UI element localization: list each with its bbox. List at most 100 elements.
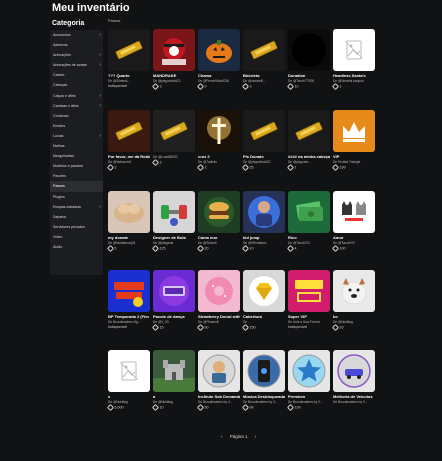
item-creator[interactable]: De Broodmasters Bg... [108,320,150,324]
sidebar-item[interactable]: Adesivos [50,40,103,50]
inventory-item-card[interactable]: Designer de Bola De @pistgeria 125 [151,191,195,253]
prev-page-button[interactable]: ‹ [221,434,223,439]
item-thumbnail[interactable] [333,110,375,152]
sidebar-item[interactable]: Mergulhadas [50,151,103,161]
item-creator[interactable]: De ... [243,320,285,324]
item-name[interactable]: a [153,394,195,399]
inventory-item-card[interactable]: Cabertura De ... 150 [241,270,285,332]
item-creator[interactable]: De @Nukiltag [108,400,150,404]
sidebar-item[interactable]: Pacotes [50,171,103,181]
item-creator[interactable]: De @pisgueto... [288,160,330,164]
sidebar-item[interactable]: Modelos e pacotes [50,161,103,171]
inventory-item-card[interactable]: s De @Nukiltag 5,000 [106,350,150,412]
item-thumbnail[interactable] [243,270,285,312]
item-creator[interactable]: De @Nukiltag [333,320,375,324]
item-thumbnail[interactable] [153,191,195,233]
item-creator[interactable]: De @V_93 [153,320,195,324]
inventory-item-card[interactable]: cruz 2 De @7adixilu 2 [196,110,240,172]
item-thumbnail[interactable] [198,29,240,71]
inventory-item-card[interactable]: Cama mor De @Silvanit 20 [196,191,240,253]
sidebar-item[interactable]: Passes [50,181,103,192]
inventory-item-card[interactable]: De @LudoB8090 3 [151,110,195,167]
item-creator[interactable]: De @0Reidstam [243,241,285,245]
item-name[interactable]: VIP [333,154,375,159]
item-thumbnail[interactable] [108,350,150,392]
item-thumbnail[interactable] [333,191,375,233]
item-name[interactable]: Chama [198,73,240,78]
item-thumbnail[interactable] [288,270,330,312]
sidebar-item[interactable]: Animações de avatar › [50,60,103,70]
inventory-item-card[interactable]: VIP De Textbot Triangle 199 [331,110,375,172]
inventory-item-card[interactable]: Chama De @FerrariVida2026 9 [196,29,240,91]
item-name[interactable]: bc [333,314,375,319]
item-name[interactable]: cruz 2 [198,154,240,159]
sidebar-item[interactable]: Servidores privados [50,222,103,232]
sidebar-item[interactable]: Emotes [50,121,103,131]
inventory-item-card[interactable]: Inclindo Sob Demanda De Broodmasters by V… [196,350,240,412]
inventory-item-card[interactable]: Pacote de dança De @V_93 15 [151,270,195,332]
item-creator[interactable]: De @Nukilaemcj03 [108,241,150,245]
inventory-item-card[interactable]: Melhoria de Veículos De Broodmasters by V… [333,350,375,405]
item-thumbnail[interactable] [108,110,150,152]
item-thumbnail[interactable] [198,270,240,312]
item-creator[interactable]: De @Tocob072 [333,241,375,245]
item-thumbnail[interactable] [243,350,285,392]
item-thumbnail[interactable] [198,191,240,233]
item-thumbnail[interactable] [288,191,330,233]
item-thumbnail[interactable] [333,350,375,392]
item-name[interactable]: my donate [108,235,150,240]
sidebar-item[interactable]: Cabeças [50,80,103,90]
item-thumbnail[interactable] [153,350,195,392]
item-name[interactable]: Amor [333,235,375,240]
item-creator[interactable]: De @LudoB8090 [153,155,195,159]
sidebar-item[interactable]: Cabelo [50,70,103,80]
sidebar-item[interactable]: Camisas e afins › [50,101,103,111]
item-creator[interactable]: De @zacarelli... [243,79,285,83]
item-creator[interactable]: De @Nomeal.naopub [333,79,375,83]
inventory-item-card[interactable]: a De @Nukiltag 10 [151,350,195,412]
item-creator[interactable]: De @7adixilu [198,160,240,164]
inventory-item-card[interactable]: Rico De @Tocob072 4 [286,191,330,253]
next-page-button[interactable]: › [255,434,257,439]
item-thumbnail[interactable] [288,350,330,392]
item-creator[interactable]: De @Nukiltag [153,400,195,404]
item-creator[interactable]: De Broodmasters by V... [198,400,240,404]
sidebar-item[interactable]: Malhas [50,141,103,151]
item-creator[interactable]: De Broodmasters by V... [243,400,285,404]
item-name[interactable]: Pls Donate [243,154,285,159]
inventory-item-card[interactable]: Strawberry Donut with... De @Ffinabolli 90 [196,270,240,332]
inventory-item-card[interactable]: my donate De @Nukilaemcj03 5 [106,191,150,253]
sidebar-item[interactable]: Áudio [50,242,103,252]
inventory-item-card[interactable]: Donation De @Tocob779D8 10 [286,29,330,91]
inventory-item-card[interactable]: Headless Santa's De @Nomeal.naopub 1 [331,29,375,91]
sidebar-item[interactable]: Acessórios › [50,30,103,40]
item-thumbnail[interactable] [243,29,285,71]
item-thumbnail[interactable] [198,350,240,392]
item-name[interactable]: Pacote de dança [153,314,195,319]
inventory-item-card[interactable]: Música Desbloqueada De Broodmasters by V.… [241,350,285,412]
inventory-item-card[interactable]: BP Temporada 2 (Fim 04 03/04)De Broodmas… [108,270,150,329]
item-thumbnail[interactable] [153,270,195,312]
item-creator[interactable]: De @Silvanit [198,241,240,245]
item-thumbnail[interactable] [333,29,375,71]
item-creator[interactable]: De @Tocob779D8 [288,79,330,83]
item-name[interactable]: Por favor, me dá Roblox [108,154,150,159]
item-creator[interactable]: De @pisguetodd23 [153,79,195,83]
inventory-item-card[interactable]: Pls Donate De @pisguetodd23 25 [241,110,285,172]
sidebar-item[interactable]: Animações › [50,50,103,60]
sidebar-item[interactable]: Locais › [50,131,103,141]
inventory-item-card[interactable]: Bicicleta De @zacarelli... 3 [241,29,285,91]
item-name[interactable]: Cabertura [243,314,285,319]
item-thumbnail[interactable] [333,270,375,312]
item-creator[interactable]: De @Ffinabolli [198,320,240,324]
sidebar-item[interactable]: Plugins [50,192,103,202]
sidebar-item[interactable]: Roupas clássicas › [50,202,103,212]
inventory-item-card[interactable]: Super VIP De Hole a Sua Forrest Indisponív… [288,270,330,329]
item-thumbnail[interactable] [288,110,330,152]
item-creator[interactable]: De Broodmasters by V... [333,400,375,404]
item-creator[interactable]: De @Nsfwauto0 [108,160,150,164]
item-creator[interactable]: De @FerrariVida2026 [198,79,240,83]
inventory-item-card[interactable]: Por favor, me dá Roblox De @Nsfwauto0 2 [106,110,150,172]
sidebar-item[interactable]: Sapatos [50,212,103,222]
inventory-item-card[interactable]: kid jump De @0Reidstam 10 [241,191,285,253]
